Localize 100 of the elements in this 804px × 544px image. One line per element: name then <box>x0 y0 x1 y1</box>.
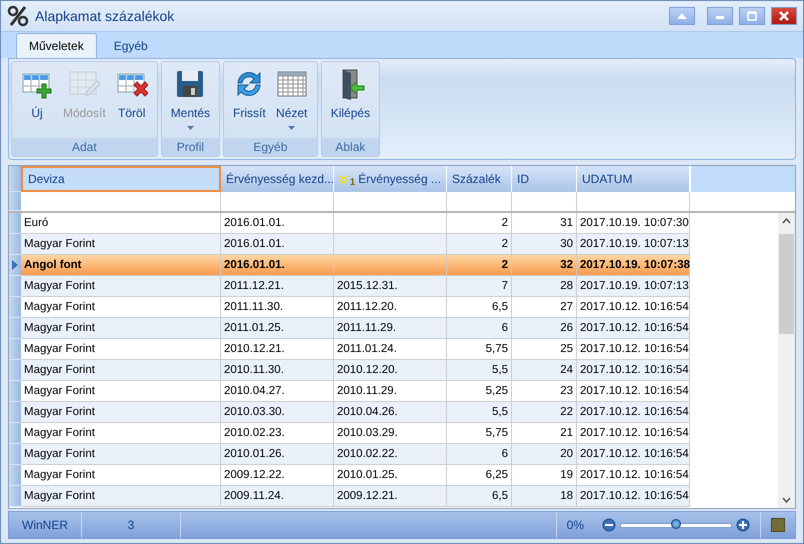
table-cell: Magyar Forint <box>24 490 95 502</box>
table-row[interactable]: Magyar Forint 2010.02.23. 2010.03.29. 5,75 21 2017.10.12. 10:16:54 <box>9 423 778 444</box>
table-cell: 2011.11.29. <box>337 322 396 334</box>
close-button[interactable] <box>771 7 797 25</box>
table-row[interactable]: Angol font 2016.01.01. 2 32 2017.10.19. 10:07:38 <box>9 255 778 276</box>
slider-thumb[interactable] <box>671 518 681 528</box>
window-title: Alapkamat százalékok <box>35 8 176 24</box>
table-cell: 5,75 <box>486 427 508 439</box>
ribbon-collapse-button[interactable] <box>669 7 695 25</box>
table-cell: 30 <box>560 238 573 250</box>
column-header[interactable]: UDATUM <box>577 166 690 192</box>
column-header[interactable]: Százalék <box>447 166 512 192</box>
table-row[interactable]: Magyar Forint 2011.01.25. 2011.11.29. 6 26 2017.10.12. 10:16:54 <box>9 318 778 339</box>
table-row[interactable]: Magyar Forint 2016.01.01. 2 30 2017.10.19. 10:07:13 <box>9 234 778 255</box>
table-cell: 2015.12.31. <box>337 280 398 292</box>
table-cell: 2009.12.22. <box>224 469 285 481</box>
table-cell: 23 <box>560 385 573 397</box>
table-cell: 2010.02.23. <box>224 427 285 439</box>
scroll-down-icon[interactable] <box>782 497 791 503</box>
table-row[interactable]: Magyar Forint 2010.11.30. 2010.12.20. 5,5 24 2017.10.12. 10:16:54 <box>9 360 778 381</box>
table-row[interactable]: Magyar Forint 2011.12.21. 2015.12.31. 7 28 2017.10.19. 10:07:13 <box>9 276 778 297</box>
table-cell: 2017.10.12. 10:16:54 <box>580 427 689 439</box>
table-cell: Magyar Forint <box>24 469 95 481</box>
table-cell: Magyar Forint <box>24 280 95 292</box>
ribbon-button[interactable]: Új <box>16 62 58 138</box>
zoom-in-icon[interactable] <box>736 518 750 532</box>
scroll-up-icon[interactable] <box>782 218 791 224</box>
group-label: Ablak <box>322 138 380 156</box>
table-cell: Magyar Forint <box>24 343 95 355</box>
table-cell: 2010.11.30. <box>224 364 284 376</box>
table-cell: Magyar Forint <box>24 448 95 460</box>
ribbon-button[interactable]: Kilépés <box>326 62 376 138</box>
ribbon-tab[interactable]: Egyéb <box>100 33 161 58</box>
sort-icon <box>339 174 347 184</box>
table-cell: 2017.10.12. 10:16:54 <box>580 301 689 313</box>
table-cell: 26 <box>560 322 573 334</box>
table-row[interactable]: Magyar Forint 2009.12.22. 2010.01.25. 6,25 19 2017.10.12. 10:16:54 <box>9 465 778 486</box>
table-cell: 2011.01.25. <box>224 322 284 334</box>
table-cell: Magyar Forint <box>24 322 95 334</box>
corner-header <box>9 166 21 192</box>
row-header[interactable] <box>9 255 21 276</box>
table-cell: 2011.11.30. <box>224 301 284 313</box>
table-cell: 2011.12.21. <box>224 280 284 292</box>
group-label: Egyéb <box>224 138 317 156</box>
table-cell: 2016.01.01. <box>224 259 285 271</box>
table-row[interactable]: Magyar Forint 2010.01.26. 2010.02.22. 6 20 2017.10.12. 10:16:54 <box>9 444 778 465</box>
table-cell: 5,75 <box>486 343 508 355</box>
table-cell: 2010.03.30. <box>224 406 285 418</box>
table-cell: 20 <box>560 448 573 460</box>
sort-index: 1 <box>350 176 356 188</box>
ribbon-button[interactable]: Frissít <box>228 62 271 138</box>
table-cell: 2010.12.21. <box>224 343 285 355</box>
ribbon-button[interactable]: Nézet <box>270 62 313 138</box>
ribbon-button[interactable]: Mentés <box>166 62 216 138</box>
table-cell: 28 <box>560 280 573 292</box>
table-cell: 18 <box>560 490 573 502</box>
table-row[interactable]: Magyar Forint 2010.12.21. 2011.01.24. 5,75 25 2017.10.12. 10:16:54 <box>9 339 778 360</box>
status-text: 3 <box>128 518 134 532</box>
table-row[interactable]: Magyar Forint 2011.11.30. 2011.12.20. 6,5 27 2017.10.12. 10:16:54 <box>9 297 778 318</box>
zoom-out-icon[interactable] <box>602 518 616 532</box>
ribbon-tab[interactable]: Műveletek <box>16 33 97 58</box>
table-cell: 5,5 <box>492 364 508 376</box>
table-cell: 2011.12.20. <box>337 301 397 313</box>
table-cell: 2010.04.27. <box>224 385 285 397</box>
table-cell: 2010.01.26. <box>224 448 285 460</box>
table-row[interactable]: Magyar Forint 2010.04.27. 2010.11.29. 5,25 23 2017.10.12. 10:16:54 <box>9 381 778 402</box>
group-label: Adat <box>12 138 157 156</box>
table-cell: 2017.10.19. 10:07:13 <box>580 280 689 292</box>
minimize-button[interactable] <box>707 7 733 25</box>
table-row[interactable]: Magyar Forint 2010.03.30. 2010.04.26. 5,5 22 2017.10.12. 10:16:54 <box>9 402 778 423</box>
table-cell: 2010.12.20. <box>337 364 398 376</box>
table-cell: 2017.10.12. 10:16:54 <box>580 448 689 460</box>
maximize-button[interactable] <box>739 7 765 25</box>
ribbon-button[interactable]: Töröl <box>110 62 153 138</box>
table-cell: Magyar Forint <box>24 364 95 376</box>
table-row[interactable]: Magyar Forint 2009.11.24. 2009.12.21. 6,5 18 2017.10.12. 10:16:54 <box>9 486 778 507</box>
table-cell: 2010.01.25. <box>337 469 398 481</box>
table-cell: Magyar Forint <box>24 238 95 250</box>
table-cell: 6,25 <box>486 469 508 481</box>
column-header[interactable]: Érvényesség kezd... <box>221 166 334 192</box>
table-cell: 5,25 <box>486 385 508 397</box>
column-header[interactable]: ID <box>512 166 577 192</box>
table-cell: 2010.04.26. <box>337 406 398 418</box>
resize-grip-icon[interactable] <box>771 518 785 532</box>
table-cell: 27 <box>560 301 573 313</box>
table-cell: 7 <box>502 280 508 292</box>
row-header <box>9 192 21 211</box>
table-row[interactable]: Euró 2016.01.01. 2 31 2017.10.19. 10:07:30 <box>9 213 778 234</box>
percent-icon <box>7 5 29 27</box>
table-cell: 6 <box>502 322 508 334</box>
table-cell: Angol font <box>24 259 82 271</box>
minimize-icon <box>716 13 724 19</box>
table-cell: 2017.10.12. 10:16:54 <box>580 322 689 334</box>
column-header[interactable]: Deviza <box>21 166 221 192</box>
status-text: WinNER <box>22 518 68 532</box>
maximize-icon <box>747 11 757 21</box>
column-header[interactable]: 1 Érvényesség ... <box>334 166 447 192</box>
scrollbar[interactable] <box>778 213 795 508</box>
table-cell: 19 <box>560 469 573 481</box>
table-cell: 2017.10.12. 10:16:54 <box>580 490 689 502</box>
